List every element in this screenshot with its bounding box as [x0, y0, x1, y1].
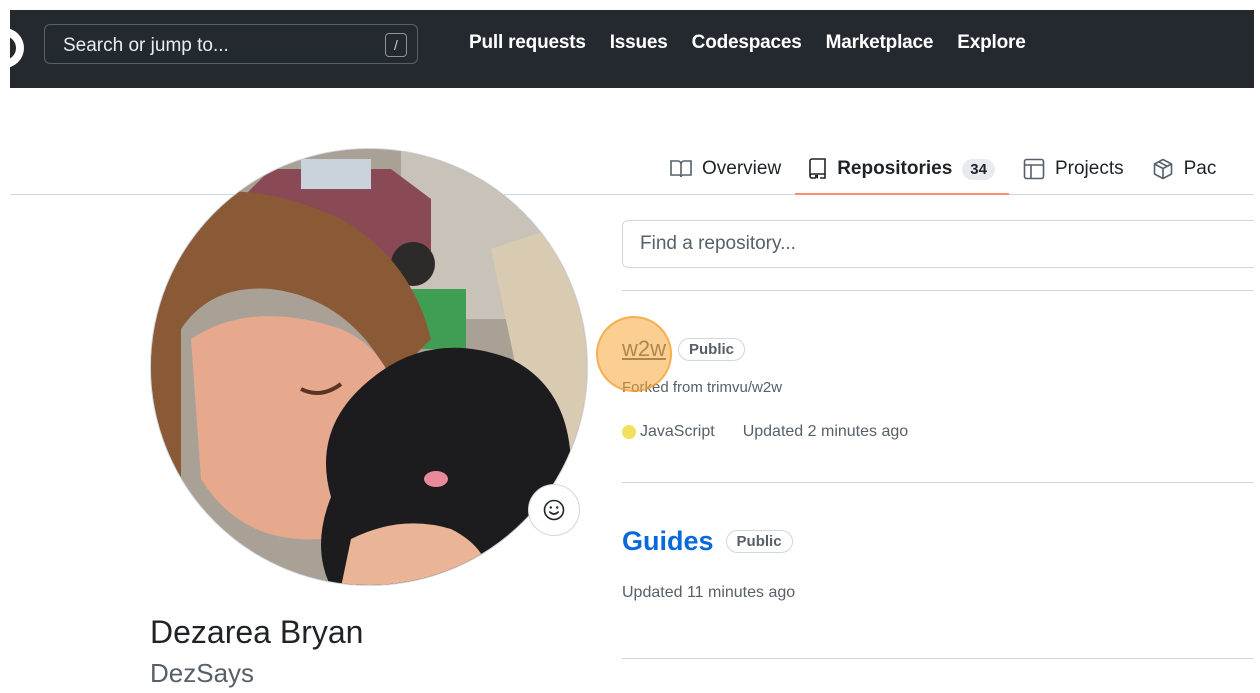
list-divider [622, 482, 1254, 483]
profile-tabs: Overview Repositories 34 Projects Pac [656, 144, 1231, 195]
tab-packages-label: Pac [1183, 158, 1217, 179]
search-input[interactable]: Search or jump to... / [44, 24, 418, 64]
table-icon [1023, 158, 1045, 180]
list-divider [622, 658, 1254, 659]
set-status-button[interactable] [528, 484, 580, 536]
github-logo-inner [10, 36, 16, 60]
repo-filter [622, 220, 1254, 268]
repo-updated: Updated 2 minutes ago [742, 423, 909, 440]
list-item: Guides Public [622, 526, 793, 557]
repo-icon [809, 158, 826, 179]
global-header: Search or jump to... / Pull requests Iss… [10, 10, 1254, 88]
find-repository-input[interactable] [640, 231, 1240, 257]
github-logo-icon[interactable] [10, 28, 24, 68]
tab-projects-label: Projects [1054, 158, 1124, 179]
repo-updated: Updated 11 minutes ago [622, 584, 796, 601]
repo-meta: Updated 11 minutes ago [622, 584, 795, 602]
search-shortcut-key: / [385, 33, 407, 57]
book-icon [670, 160, 692, 178]
click-highlight [596, 316, 672, 392]
language-color-dot [622, 425, 636, 439]
nav-pull-requests[interactable]: Pull requests [469, 32, 586, 54]
nav-explore[interactable]: Explore [957, 32, 1025, 54]
tab-overview-label: Overview [702, 158, 782, 179]
visibility-badge: Public [725, 530, 793, 553]
repo-link-guides[interactable]: Guides [622, 526, 714, 557]
nav-issues[interactable]: Issues [610, 32, 668, 54]
smiley-icon [543, 499, 565, 521]
avatar[interactable] [150, 148, 588, 586]
profile-full-name: Dezarea Bryan [150, 614, 364, 650]
search-placeholder: Search or jump to... [63, 35, 229, 56]
tabs-divider [10, 194, 1254, 195]
repositories-count-badge: 34 [962, 158, 995, 180]
tab-repositories-label: Repositories [837, 158, 953, 179]
list-divider [622, 290, 1254, 291]
page-frame: Search or jump to... / Pull requests Iss… [10, 10, 1254, 693]
tab-projects[interactable]: Projects [1009, 144, 1138, 194]
tab-repositories[interactable]: Repositories 34 [795, 144, 1009, 195]
nav-codespaces[interactable]: Codespaces [692, 32, 802, 54]
package-icon [1153, 158, 1172, 180]
avatar-photo [151, 149, 587, 585]
repo-language: JavaScript [640, 423, 715, 440]
profile-username: DezSays [150, 658, 255, 688]
visibility-badge: Public [678, 337, 746, 361]
global-nav: Pull requests Issues Codespaces Marketpl… [469, 32, 1026, 54]
repo-meta: JavaScript Updated 2 minutes ago [622, 423, 908, 441]
tab-packages[interactable]: Pac [1138, 144, 1231, 194]
nav-marketplace[interactable]: Marketplace [826, 32, 934, 54]
tab-overview[interactable]: Overview [656, 144, 795, 194]
